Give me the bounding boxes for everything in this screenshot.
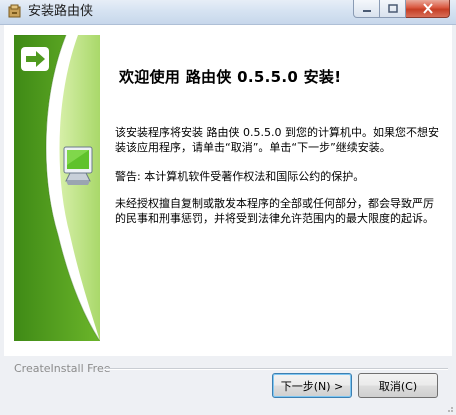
content-panel: 欢迎使用 路由侠 0.5.5.0 安装! 该安装程序将安装 路由侠 0.5.5.… — [4, 25, 452, 356]
arrow-right-icon — [21, 47, 49, 71]
installer-window: 安装路由侠 欢迎使用 路由侠 0.5.5.0 安装! 该安装程序将安装 路由侠 … — [0, 0, 456, 415]
legal-paragraph: 未经授权擅自复制或散发本程序的全部或任何部分，都会导致严厉的民事和刑事惩罚，并将… — [115, 197, 434, 225]
close-icon — [422, 3, 433, 14]
minimize-button[interactable] — [353, 0, 380, 18]
close-button[interactable] — [406, 0, 450, 18]
next-button[interactable]: 下一步(N) > — [272, 373, 352, 398]
installer-icon — [7, 4, 23, 20]
footer-separator — [104, 368, 448, 370]
cancel-button[interactable]: 取消(C) — [358, 373, 438, 398]
brand-label: CreateInstall Free — [14, 362, 111, 375]
welcome-heading: 欢迎使用 路由侠 0.5.5.0 安装! — [119, 68, 342, 86]
wizard-banner — [14, 35, 100, 341]
caption-buttons — [353, 0, 450, 19]
window-title: 安装路由侠 — [28, 4, 94, 19]
title-bar[interactable]: 安装路由侠 — [0, 0, 456, 25]
resize-grip-icon[interactable] — [444, 403, 454, 413]
warning-paragraph: 警告: 本计算机软件受著作权法和国际公约的保护。 — [115, 170, 365, 183]
minimize-icon — [362, 9, 371, 12]
intro-paragraph: 该安装程序将安装 路由侠 0.5.5.0 到您的计算机中。如果您不想安装该应用程… — [115, 126, 439, 154]
computer-monitor-icon — [63, 146, 93, 185]
maximize-icon — [387, 4, 398, 13]
maximize-button[interactable] — [380, 0, 406, 18]
